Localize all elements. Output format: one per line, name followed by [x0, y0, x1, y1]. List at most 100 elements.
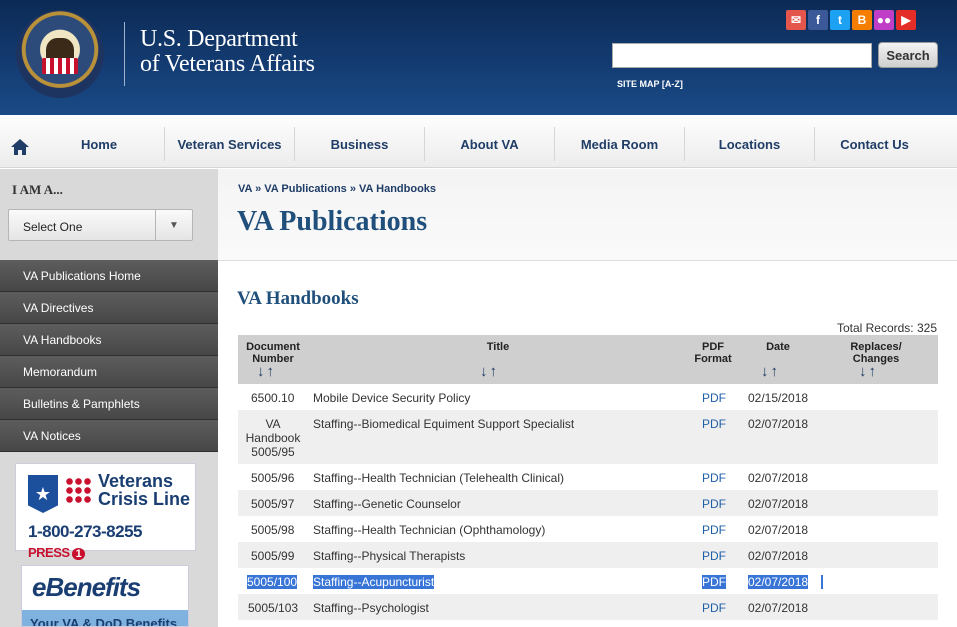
table-row: 5005/97 Staffing--Genetic Counselor PDF …	[238, 490, 938, 516]
table-row: 5005/103 Staffing--Psychologist PDF 02/0…	[238, 594, 938, 620]
doc-title: Staffing--Biomedical Equiment Support Sp…	[313, 417, 575, 431]
doc-number: 5005/97	[251, 497, 295, 511]
chevron-down-icon[interactable]: ▼	[155, 210, 192, 240]
ebenefits-banner[interactable]: eBenefits Your VA & DoD Benefits	[21, 565, 189, 627]
email-icon[interactable]: ✉	[786, 10, 806, 30]
arrow-down-icon[interactable]: ↓	[257, 364, 265, 379]
col-replaces-line2: Changes	[852, 353, 900, 365]
crisis-title-line2: Crisis Line	[98, 489, 191, 509]
crisis-line-banner[interactable]: ★ Veterans Crisis Line 1-800-273-8255 PR…	[15, 463, 196, 560]
pdf-link[interactable]: PDF	[702, 471, 726, 485]
nav-locations[interactable]: Locations	[684, 127, 814, 161]
agency-name-line1: U.S. Department	[140, 26, 298, 52]
arrow-up-icon[interactable]: ↑	[267, 364, 275, 379]
doc-date: 02/07/2018	[748, 417, 809, 431]
col-doc-number: Document Number	[238, 341, 308, 365]
search-button[interactable]: Search	[878, 42, 938, 68]
blogger-icon[interactable]: B	[852, 10, 872, 30]
sidebar-item-publications-home[interactable]: VA Publications Home	[0, 260, 218, 292]
crisis-title: Veterans Crisis Line	[98, 472, 190, 508]
selection-cursor	[821, 575, 823, 589]
select-value: Select One	[23, 220, 83, 234]
col-pdf-format: PDF Format	[691, 341, 735, 365]
header-divider	[124, 22, 125, 86]
search-input[interactable]	[612, 43, 872, 68]
sidebar-item-directives[interactable]: VA Directives	[0, 292, 218, 324]
sidebar-item-bulletins[interactable]: Bulletins & Pamphlets	[0, 388, 218, 420]
youtube-icon[interactable]: ▶	[896, 10, 916, 30]
crisis-press: PRESS	[28, 545, 70, 560]
pdf-link[interactable]: PDF	[702, 523, 726, 537]
doc-title: Staffing--Acupuncturist	[313, 575, 435, 589]
crisis-press-number: 1	[71, 548, 86, 560]
facebook-icon[interactable]: f	[808, 10, 828, 30]
table-header: Document Number ↓ ↑ Title ↓ ↑ PDF Format D…	[238, 335, 938, 384]
col-replaces-line1: Replaces/	[850, 341, 902, 353]
arrow-up-icon[interactable]: ↑	[490, 364, 498, 379]
nav-contact-us[interactable]: Contact Us	[814, 127, 934, 161]
table-row: 5005/99 Staffing--Physical Therapists PD…	[238, 542, 938, 568]
col-date: Date	[766, 341, 790, 353]
crisis-phone-number: 1-800-273-8255	[28, 522, 142, 541]
pdf-link[interactable]: PDF	[702, 575, 726, 589]
doc-date: 02/07/2018	[748, 575, 809, 589]
doc-title: Staffing--Psychologist	[313, 601, 429, 615]
nav-veteran-services[interactable]: Veteran Services	[164, 127, 294, 161]
doc-number-sort[interactable]: ↓ ↑	[257, 364, 275, 379]
doc-date: 02/07/2018	[748, 549, 809, 563]
i-am-label: I AM A...	[12, 182, 63, 197]
pdf-link[interactable]: PDF	[702, 497, 726, 511]
i-am-select[interactable]: Select One ▼	[8, 209, 193, 241]
arrow-down-icon[interactable]: ↓	[859, 364, 867, 379]
doc-date: 02/07/2018	[748, 523, 809, 537]
site-map-link[interactable]: SITE MAP [A-Z]	[617, 79, 683, 89]
col-replaces: Replaces/ Changes	[838, 341, 914, 365]
star-shield-icon: ★	[28, 475, 58, 513]
pdf-link[interactable]: PDF	[702, 549, 726, 563]
site-header: U.S. Department of Veterans Affairs ✉ f …	[0, 0, 957, 115]
title-sort[interactable]: ↓ ↑	[480, 364, 498, 379]
doc-number: VA Handbook 5005/95	[245, 417, 301, 459]
doc-date: 02/07/2018	[748, 471, 809, 485]
doc-date: 02/07/2018	[748, 497, 809, 511]
doc-title: Staffing--Physical Therapists	[313, 549, 466, 563]
agency-name[interactable]: U.S. Department of Veterans Affairs	[140, 27, 315, 77]
table-row: 5005/96 Staffing--Health Technician (Tel…	[238, 464, 938, 490]
va-seal-logo[interactable]	[16, 10, 104, 98]
main-nav: Home Veteran Services Business About VA …	[0, 117, 957, 168]
col-pdf-line1: PDF	[702, 341, 724, 353]
col-doc-number-line1: Document	[246, 341, 300, 353]
sidebar-item-handbooks[interactable]: VA Handbooks	[0, 324, 218, 356]
nav-business[interactable]: Business	[294, 127, 424, 161]
replaces-sort[interactable]: ↓ ↑	[859, 364, 877, 379]
sidebar-item-memorandum[interactable]: Memorandum	[0, 356, 218, 388]
nav-about-va[interactable]: About VA	[424, 127, 554, 161]
nav-media-room[interactable]: Media Room	[554, 127, 684, 161]
arrow-down-icon[interactable]: ↓	[761, 364, 769, 379]
pdf-link[interactable]: PDF	[702, 391, 726, 405]
ebenefits-tagline: Your VA & DoD Benefits	[22, 610, 188, 626]
flickr-icon[interactable]: ●●	[874, 10, 894, 30]
doc-title: Mobile Device Security Policy	[313, 391, 471, 405]
social-icons: ✉ f t B ●● ▶	[786, 10, 916, 30]
doc-number: 5005/98	[251, 523, 295, 537]
breadcrumb[interactable]: VA » VA Publications » VA Handbooks	[238, 183, 436, 195]
doc-number: 5005/99	[251, 549, 295, 563]
nav-home[interactable]: Home	[34, 127, 164, 161]
arrow-up-icon[interactable]: ↑	[869, 364, 877, 379]
doc-date: 02/07/2018	[748, 601, 809, 615]
table-row: VA Handbook 5005/95 Staffing--Biomedical…	[238, 410, 938, 464]
table-row-selected: 5005/100 Staffing--Acupuncturist PDF 02/…	[238, 568, 938, 594]
sidebar-item-notices[interactable]: VA Notices	[0, 420, 218, 452]
home-icon[interactable]	[10, 138, 30, 156]
pdf-link[interactable]: PDF	[702, 601, 726, 615]
arrow-up-icon[interactable]: ↑	[771, 364, 779, 379]
handbooks-table: Document Number ↓ ↑ Title ↓ ↑ PDF Format D…	[238, 335, 938, 620]
pdf-link[interactable]: PDF	[702, 417, 726, 431]
table-row: 5005/98 Staffing--Health Technician (Oph…	[238, 516, 938, 542]
ebenefits-logo: eBenefits	[32, 572, 141, 602]
twitter-icon[interactable]: t	[830, 10, 850, 30]
arrow-down-icon[interactable]: ↓	[480, 364, 488, 379]
date-sort[interactable]: ↓ ↑	[761, 364, 779, 379]
total-records: Total Records: 325	[836, 321, 937, 335]
